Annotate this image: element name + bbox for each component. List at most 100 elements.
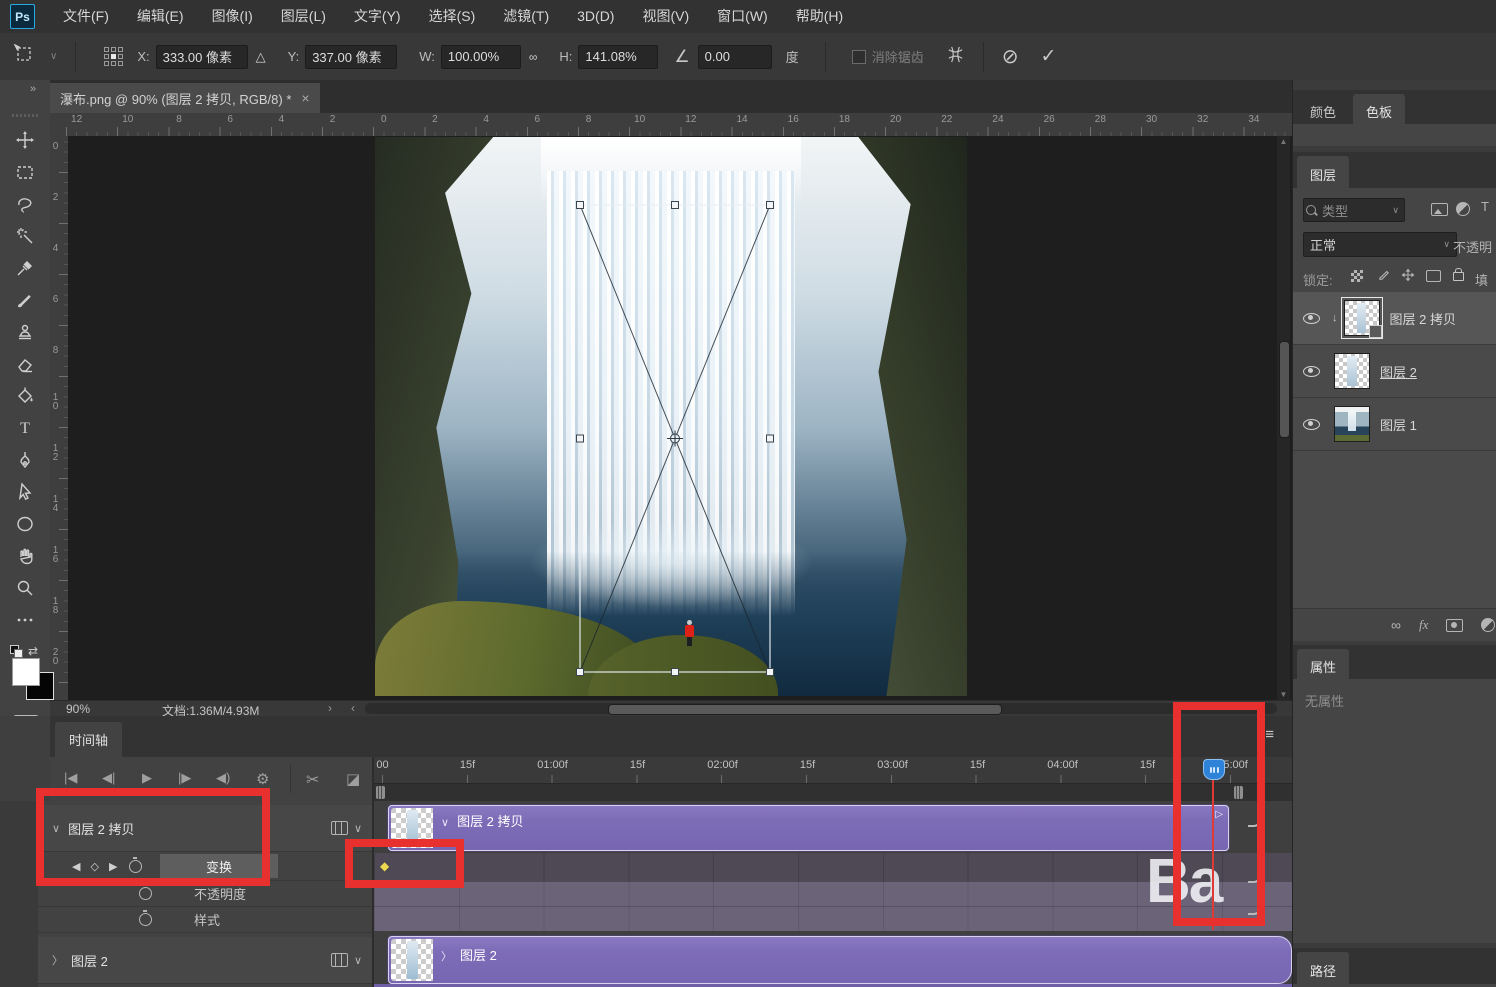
magic-wand-tool[interactable] [7,220,43,252]
visibility-eye-icon[interactable] [1303,419,1320,430]
paint-bucket-tool[interactable] [7,380,43,412]
scroll-left-icon[interactable]: ‹ [351,701,355,715]
edit-toolbar-icon[interactable] [7,604,43,636]
work-area-start-handle[interactable] [376,786,385,799]
lock-artboard-icon[interactable] [1426,270,1441,282]
layer-thumbnail[interactable] [1334,353,1370,389]
layer-fx-icon[interactable]: fx [1419,617,1428,633]
expand-chevron-icon[interactable]: 〉 [52,952,63,968]
blend-mode-select[interactable]: 正常 ∨ [1303,232,1457,257]
pen-tool[interactable] [7,444,43,476]
menu-item[interactable]: 视图(V) [628,0,703,33]
scroll-up-icon[interactable]: ▲ [1277,137,1290,146]
clip-chevron-icon[interactable]: 〉 [441,951,452,963]
track-header-layer2[interactable]: 〉 图层 2 ∨ [38,937,372,984]
first-frame-button[interactable]: |◀ [64,770,77,786]
next-frame-button[interactable]: |▶ [178,770,191,786]
swap-colors-icon[interactable]: ⇄ [28,644,38,658]
filter-type-layers-icon[interactable]: T [1481,199,1489,214]
reference-point-locator[interactable] [104,47,123,66]
warp-mode-icon[interactable] [946,45,965,69]
tab-swatches[interactable]: 色板 [1353,94,1405,128]
shape-ellipse-tool[interactable] [7,508,43,540]
tab-layers[interactable]: 图层 [1297,156,1349,192]
brush-tool[interactable] [7,284,43,316]
menu-item[interactable]: 图层(L) [267,0,340,33]
track-options-chevron-icon[interactable]: ∨ [354,954,362,967]
toolbar-grip[interactable] [12,114,38,117]
zoom-level[interactable]: 90% [66,702,90,716]
eraser-tool[interactable] [7,348,43,380]
canvas-vertical-scrollbar[interactable]: ▲ ▼ [1277,136,1290,700]
clip-layer2-copy[interactable]: ∨图层 2 拷贝 ▷ [388,805,1229,851]
hand-tool[interactable] [7,540,43,572]
layer-thumbnail[interactable] [1334,406,1370,442]
layer-row[interactable]: 图层 1 [1293,398,1496,451]
menu-item[interactable]: 图像(I) [198,0,267,33]
lock-all-icon[interactable] [1453,272,1464,281]
play-button[interactable]: ▶ [142,770,152,786]
filter-adjustment-layers-icon[interactable] [1456,202,1470,216]
stopwatch-icon[interactable] [139,913,152,926]
menu-item[interactable]: 编辑(E) [123,0,198,33]
menu-item[interactable]: 窗口(W) [703,0,782,33]
work-area-bar[interactable] [372,783,1292,803]
scrollbar-thumb[interactable] [1279,341,1290,438]
layer-thumbnail[interactable] [1344,300,1380,336]
menu-item[interactable]: 文字(Y) [340,0,415,33]
collapse-toolbar-icon[interactable]: » [30,83,36,95]
move-tool[interactable] [7,124,43,156]
stopwatch-icon[interactable] [139,887,152,900]
layer-row[interactable]: 图层 2 [1293,345,1496,398]
close-tab-icon[interactable]: × [301,90,309,106]
tool-preset-chevron-icon[interactable]: ∨ [50,51,57,62]
tab-properties[interactable]: 属性 [1297,649,1349,683]
free-transform-box[interactable] [68,136,1292,700]
menu-item[interactable]: 文件(F) [49,0,123,33]
scrollbar-thumb[interactable] [608,704,1002,715]
commit-transform-icon[interactable]: ✓ [1040,45,1056,68]
panel-menu-icon[interactable]: ≡ [1265,726,1274,743]
y-input[interactable]: 337.00 像素 [305,45,397,69]
transition-icon[interactable]: ◪ [346,770,360,788]
lock-paint-brush-icon[interactable] [1377,268,1391,285]
status-chevron-icon[interactable]: › [328,701,332,715]
clip-layer2[interactable]: 〉图层 2 [388,936,1292,984]
lasso-tool[interactable] [7,188,43,220]
angle-input[interactable]: 0.00 [698,45,772,69]
canvas-viewport[interactable]: ▲ ▼ [68,136,1292,700]
split-clip-scissors-icon[interactable]: ✂ [306,770,319,790]
antialias-checkbox[interactable] [852,50,866,64]
document-tab[interactable]: 瀑布.png @ 90% (图层 2 拷贝, RGB/8) * × [50,83,320,113]
previous-frame-button[interactable]: ◀| [102,770,115,786]
property-row-style[interactable]: 样式 [38,907,372,933]
timeline-time-ruler[interactable]: 0015f01:00f15f02:00f15f03:00f15f04:00f15… [372,757,1292,783]
visibility-eye-icon[interactable] [1303,313,1320,324]
link-dimensions-icon[interactable]: ∞ [529,50,538,64]
lock-transparent-icon[interactable] [1351,270,1363,282]
visibility-eye-icon[interactable] [1303,366,1320,377]
foreground-color-swatch[interactable] [12,658,40,686]
menu-item[interactable]: 帮助(H) [782,0,857,33]
track-options-chevron-icon[interactable]: ∨ [354,822,362,835]
layer-name[interactable]: 图层 2 [1380,362,1417,381]
path-select-tool[interactable] [7,476,43,508]
layer-row-selected[interactable]: ↓ 图层 2 拷贝 [1293,292,1496,345]
scroll-down-icon[interactable]: ▼ [1277,690,1290,699]
audio-mute-button[interactable]: ◀) [216,770,230,786]
menu-item[interactable]: 选择(S) [415,0,490,33]
tab-color[interactable]: 颜色 [1297,94,1349,128]
w-input[interactable]: 100.00% [441,45,521,69]
cancel-transform-icon[interactable]: ⊘ [1002,44,1019,69]
menu-item[interactable]: 滤镜(T) [489,0,563,33]
add-mask-icon[interactable] [1446,619,1463,632]
add-adjustment-icon[interactable] [1481,618,1495,632]
zoom-tool[interactable] [7,572,43,604]
tab-timeline[interactable]: 时间轴 [55,722,122,757]
timeline-settings-gear-icon[interactable]: ⚙ [256,770,269,788]
clip-chevron-icon[interactable]: ∨ [441,817,449,829]
transform-tool-icon[interactable] [14,44,34,69]
layer-name[interactable]: 图层 1 [1380,415,1417,434]
lock-position-move-icon[interactable] [1401,268,1415,285]
layer-filter-select[interactable]: 类型 ∨ [1303,198,1405,222]
